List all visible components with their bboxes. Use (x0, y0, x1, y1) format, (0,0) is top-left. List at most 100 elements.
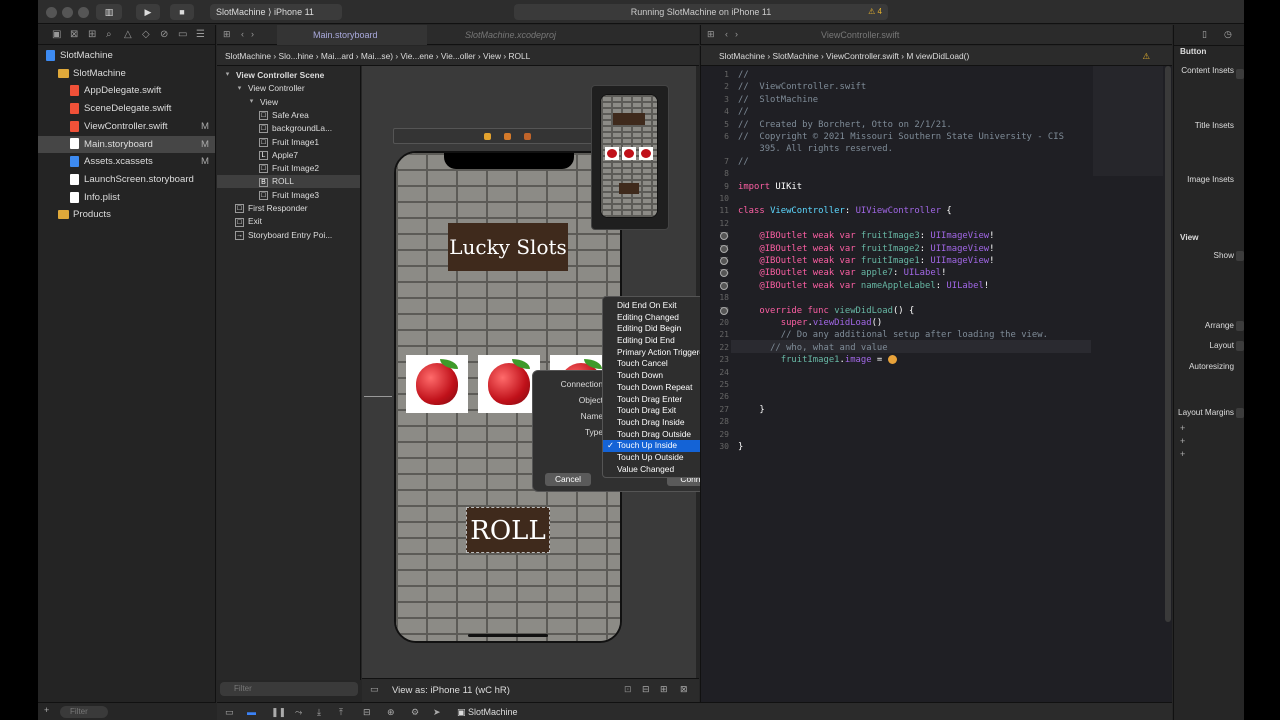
editor-jump-bar[interactable]: SlotMachine › SlotMachine › ViewControll… (700, 46, 1172, 66)
code-line[interactable]: import UIKit (738, 182, 802, 192)
add-icon[interactable]: + (1180, 436, 1185, 446)
outline-item[interactable]: □ Fruit Image1 (217, 136, 360, 149)
symbol-icon[interactable]: ⊞ (88, 29, 96, 40)
debug-icon[interactable]: ⊘ (160, 29, 168, 40)
arrange-popup[interactable] (1236, 321, 1244, 331)
back-icon[interactable]: ‹ (725, 29, 728, 39)
align-icon[interactable]: ⊟ (642, 684, 650, 695)
scheme-selector[interactable]: SlotMachine ⟩ iPhone 11 (210, 4, 342, 20)
code-line[interactable]: // SlotMachine (738, 95, 818, 105)
code-line[interactable]: super.viewDidLoad() (738, 318, 883, 328)
view-controller-icon[interactable] (484, 133, 491, 140)
file-inspector-icon[interactable]: ▯ (1202, 29, 1207, 40)
step-out-icon[interactable]: ⤒ (339, 703, 343, 720)
breakpoint-icon[interactable]: ▭ (178, 29, 187, 40)
code-line[interactable]: @IBOutlet weak var apple7: UILabel! (738, 268, 946, 278)
outline-item[interactable]: □ backgroundLa... (217, 122, 360, 135)
issue-icon[interactable]: △ (124, 29, 132, 40)
roll-button[interactable]: ROLL (466, 507, 550, 553)
fruit-image-2[interactable] (478, 355, 540, 413)
warning-badge[interactable]: ⚠ 4 (868, 4, 882, 20)
content-insets-field[interactable] (1236, 69, 1244, 79)
tab-viewcontroller[interactable]: ViewController.swift (821, 25, 951, 45)
pause-icon[interactable]: ❚❚ (271, 703, 286, 720)
code-line[interactable]: // (738, 157, 749, 167)
code-line[interactable]: 395. All rights reserved. (738, 144, 893, 154)
code-line[interactable]: @IBOutlet weak var fruitImage1: UIImageV… (738, 256, 994, 266)
outlet-connection-icon[interactable] (720, 306, 728, 315)
stop-button[interactable]: ■ (170, 4, 194, 20)
tab-xcodeproj[interactable]: SlotMachine.xcodeproj (429, 25, 579, 45)
outline-item[interactable]: □ Fruit Image2 (217, 162, 360, 175)
outline-item[interactable]: B ROLL (217, 175, 360, 189)
nav-item[interactable]: AppDelegate.swift (38, 82, 215, 99)
memory-graph-icon[interactable]: ⊕ (387, 703, 395, 720)
code-line[interactable]: fruitImage1.image = (738, 355, 897, 365)
first-responder-icon[interactable] (504, 133, 511, 140)
outline-filter-input[interactable]: Filter (220, 682, 358, 696)
nav-item[interactable]: Info.plist (38, 189, 215, 206)
code-line[interactable]: // Do any additional setup after loading… (738, 330, 1048, 340)
run-button[interactable]: ▶ (136, 4, 160, 20)
grid-icon[interactable]: ⊞ (707, 29, 715, 40)
outline-item[interactable]: □ First Responder (217, 202, 360, 215)
forward-icon[interactable]: › (251, 29, 254, 39)
outline-toggle-icon[interactable]: ▭ (370, 684, 379, 695)
folder-icon[interactable]: ▣ (52, 29, 61, 40)
outlet-connection-icon[interactable] (720, 244, 728, 253)
nav-item[interactable]: Products (38, 206, 215, 223)
nav-item[interactable]: LaunchScreen.storyboard (38, 171, 215, 188)
outline-item[interactable]: □ Exit (217, 215, 360, 228)
nav-item[interactable]: Main.storyboard M (38, 135, 215, 153)
code-line[interactable]: // Copyright © 2021 Missouri Southern St… (738, 132, 1064, 142)
warning-icon[interactable]: ⚠ (1142, 46, 1150, 66)
code-line[interactable]: @IBOutlet weak var fruitImage2: UIImageV… (738, 244, 994, 254)
scene-dock[interactable] (393, 128, 623, 144)
nav-item[interactable]: Assets.xcassets M (38, 153, 215, 170)
fruit-image-1[interactable] (406, 355, 468, 413)
nav-item[interactable]: SlotMachine (38, 65, 215, 82)
code-line[interactable]: class ViewController: UIViewController { (738, 206, 952, 216)
outline-item[interactable]: ▾ View Controller (217, 82, 360, 95)
code-line[interactable]: // (738, 107, 749, 117)
hide-debug-icon[interactable]: ▭ (225, 703, 234, 720)
report-icon[interactable]: ☰ (196, 29, 205, 40)
tab-main-storyboard[interactable]: Main.storyboard (277, 25, 427, 45)
add-icon[interactable]: + (44, 705, 49, 715)
history-icon[interactable]: ◷ (1224, 29, 1232, 40)
grid-icon[interactable]: ⊞ (223, 29, 231, 40)
update-frames-icon[interactable]: ⊡ (624, 684, 632, 695)
forward-icon[interactable]: › (735, 29, 738, 39)
back-icon[interactable]: ‹ (241, 29, 244, 39)
nav-item[interactable]: SlotMachine (38, 47, 215, 64)
outlet-connection-icon[interactable] (720, 257, 728, 265)
step-over-icon[interactable]: ⤳ (295, 703, 302, 720)
source-control-icon[interactable]: ⊠ (70, 29, 78, 40)
exit-icon[interactable] (524, 133, 531, 140)
view-as-label[interactable]: View as: iPhone 11 (wC hR) (392, 685, 510, 696)
location-icon[interactable]: ➤ (433, 703, 441, 720)
outline-item[interactable]: □ Safe Area (217, 109, 360, 122)
add-icon[interactable]: + (1180, 423, 1185, 433)
nav-item[interactable]: ViewController.swift M (38, 118, 215, 135)
ib-jump-bar[interactable]: SlotMachine › Slo...hine › Mai...ard › M… (217, 46, 699, 66)
outline-item[interactable]: ▾ View (217, 96, 360, 109)
step-in-icon[interactable]: ⤓ (317, 703, 321, 720)
code-line[interactable]: } (738, 405, 764, 415)
add-icon[interactable]: + (1180, 449, 1185, 459)
code-line[interactable]: override func viewDidLoad() { (738, 306, 914, 316)
close-window-button[interactable] (46, 7, 57, 18)
environment-icon[interactable]: ⚙ (411, 703, 419, 720)
view-debugger-icon[interactable]: ⊟ (363, 703, 371, 720)
code-line[interactable]: // (738, 70, 749, 80)
test-icon[interactable]: ◇ (142, 29, 150, 40)
show-popup[interactable] (1236, 251, 1244, 261)
pin-icon[interactable]: ⊞ (660, 684, 668, 695)
outlet-connection-icon[interactable] (720, 281, 728, 290)
breakpoints-toggle-icon[interactable]: ▬ (247, 703, 256, 720)
zoom-window-button[interactable] (78, 7, 89, 18)
outline-item[interactable]: □ Fruit Image3 (217, 189, 360, 202)
find-icon[interactable]: ⌕ (106, 29, 112, 40)
outline-item[interactable]: → Storyboard Entry Poi... (217, 229, 360, 242)
code-line[interactable]: @IBOutlet weak var fruitImage3: UIImageV… (738, 231, 994, 241)
